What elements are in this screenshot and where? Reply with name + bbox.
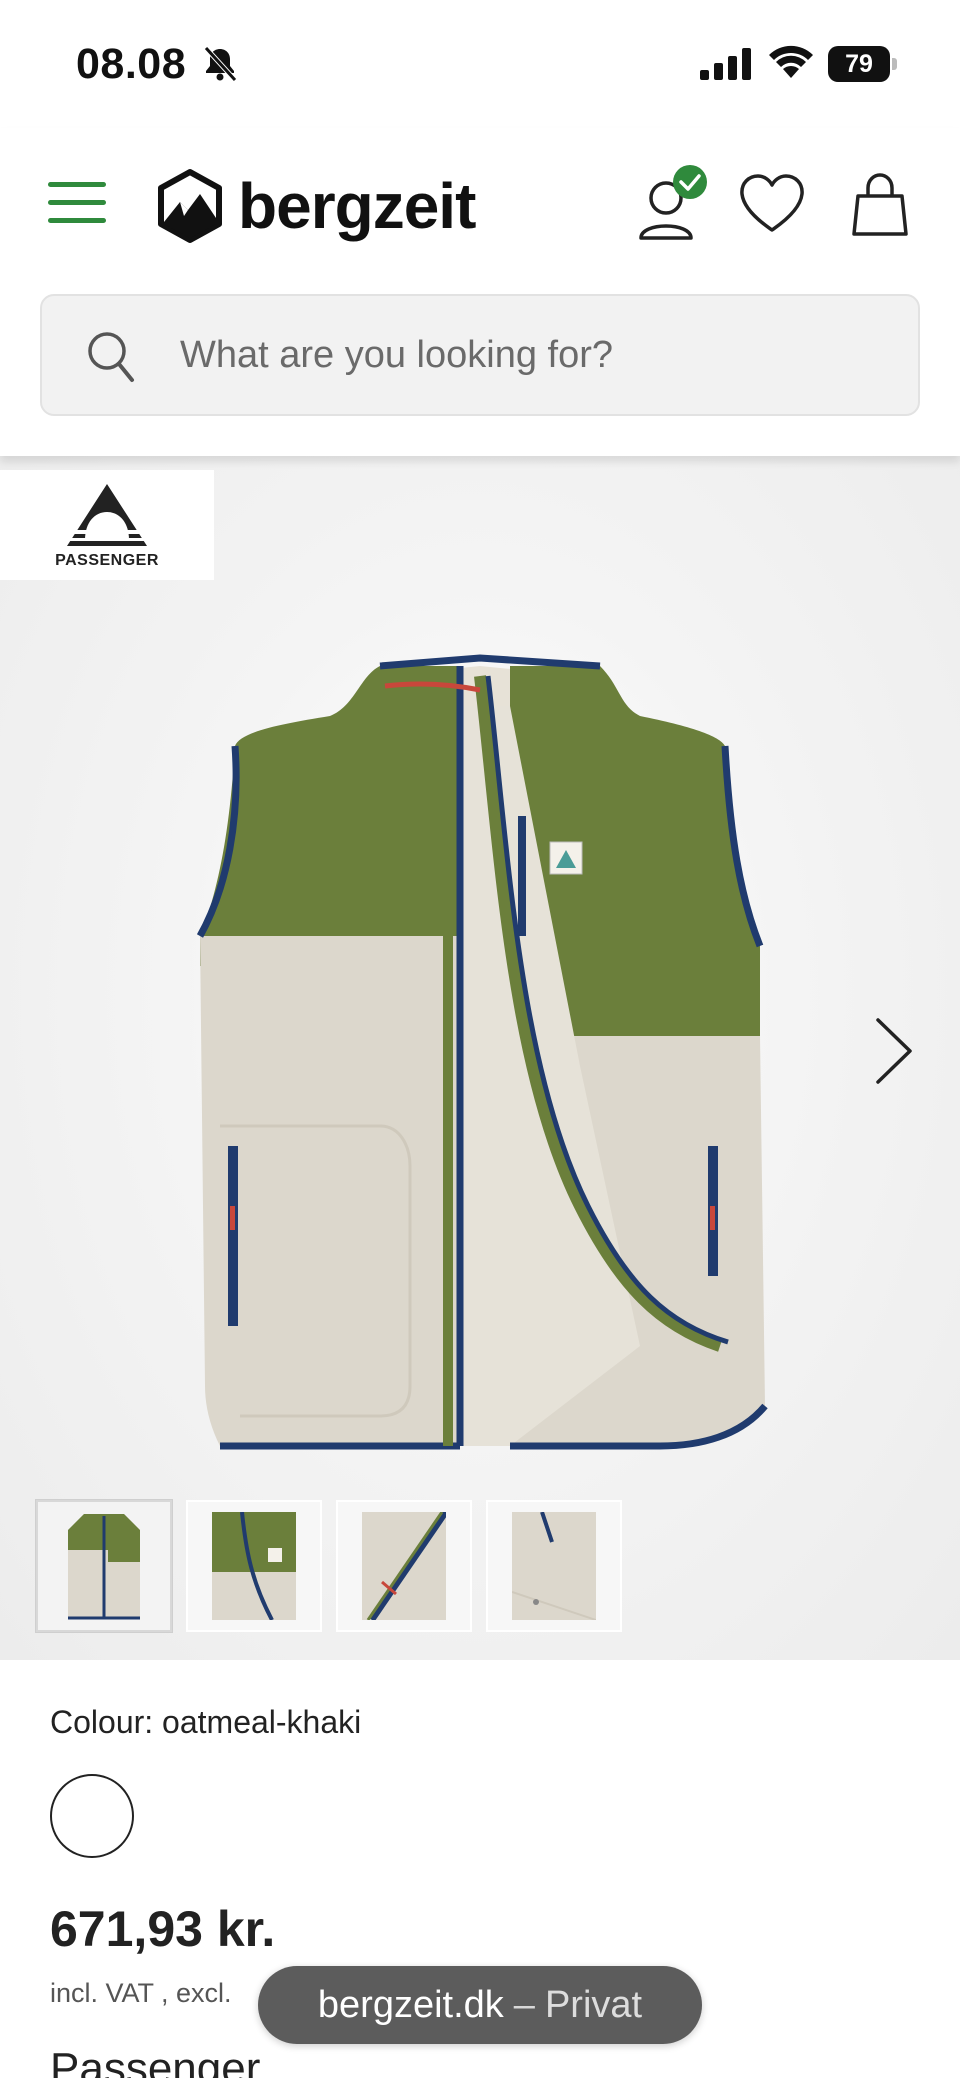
passenger-logo-icon (67, 484, 147, 546)
colour-swatch[interactable] (50, 1774, 134, 1858)
url-separator: – (513, 1983, 535, 2026)
thumbnail-3[interactable] (336, 1500, 472, 1632)
search-icon (88, 332, 134, 382)
thumbnail-1[interactable] (36, 1500, 172, 1632)
menu-icon[interactable] (48, 178, 110, 228)
status-bar: 08.08 79 (0, 0, 960, 128)
url-domain: bergzeit.dk (317, 1983, 504, 2026)
product-image[interactable] (180, 646, 780, 1466)
bell-slash-icon (204, 46, 237, 82)
account-icon[interactable] (636, 164, 714, 244)
thumbnail-vest-front (68, 1514, 140, 1620)
thumbnail-vest-detail (212, 1512, 296, 1620)
browser-url-pill[interactable]: bergzeit.dk – Privat (258, 1966, 702, 2044)
bag-icon[interactable] (850, 172, 910, 238)
product-price: 671,93 kr. (50, 1901, 276, 1957)
colour-label: Colour: oatmeal-khaki (50, 1704, 362, 1740)
status-time: 08.08 (76, 40, 187, 88)
battery-level: 79 (828, 46, 890, 82)
tax-note: incl. VAT , excl. (50, 1978, 232, 2008)
battery-icon: 79 (828, 46, 897, 82)
url-private-mode: Privat (544, 1983, 643, 2026)
thumbnail-fleece-detail (512, 1512, 596, 1620)
site-header: bergzeit (0, 128, 960, 456)
brand-badge-text: PASSENGER (55, 552, 159, 569)
signal-icon (700, 48, 751, 80)
brand-badge[interactable]: PASSENGER (0, 470, 214, 580)
logo[interactable]: bergzeit (156, 166, 476, 246)
thumbnail-zip-detail (362, 1512, 446, 1620)
search-box[interactable] (40, 294, 920, 416)
heart-icon[interactable] (738, 172, 806, 236)
logo-mountain-icon (158, 169, 222, 243)
logo-text: bergzeit (238, 170, 476, 242)
next-image-arrow-icon[interactable] (872, 1016, 916, 1086)
wifi-icon (769, 45, 813, 78)
search-input[interactable] (180, 296, 900, 414)
thumbnail-4[interactable] (486, 1500, 622, 1632)
thumbnail-2[interactable] (186, 1500, 322, 1632)
product-gallery: PASSENGER (0, 456, 960, 1660)
product-brand-heading[interactable]: Passenger (50, 2044, 260, 2078)
thumbnail-strip (36, 1500, 622, 1636)
